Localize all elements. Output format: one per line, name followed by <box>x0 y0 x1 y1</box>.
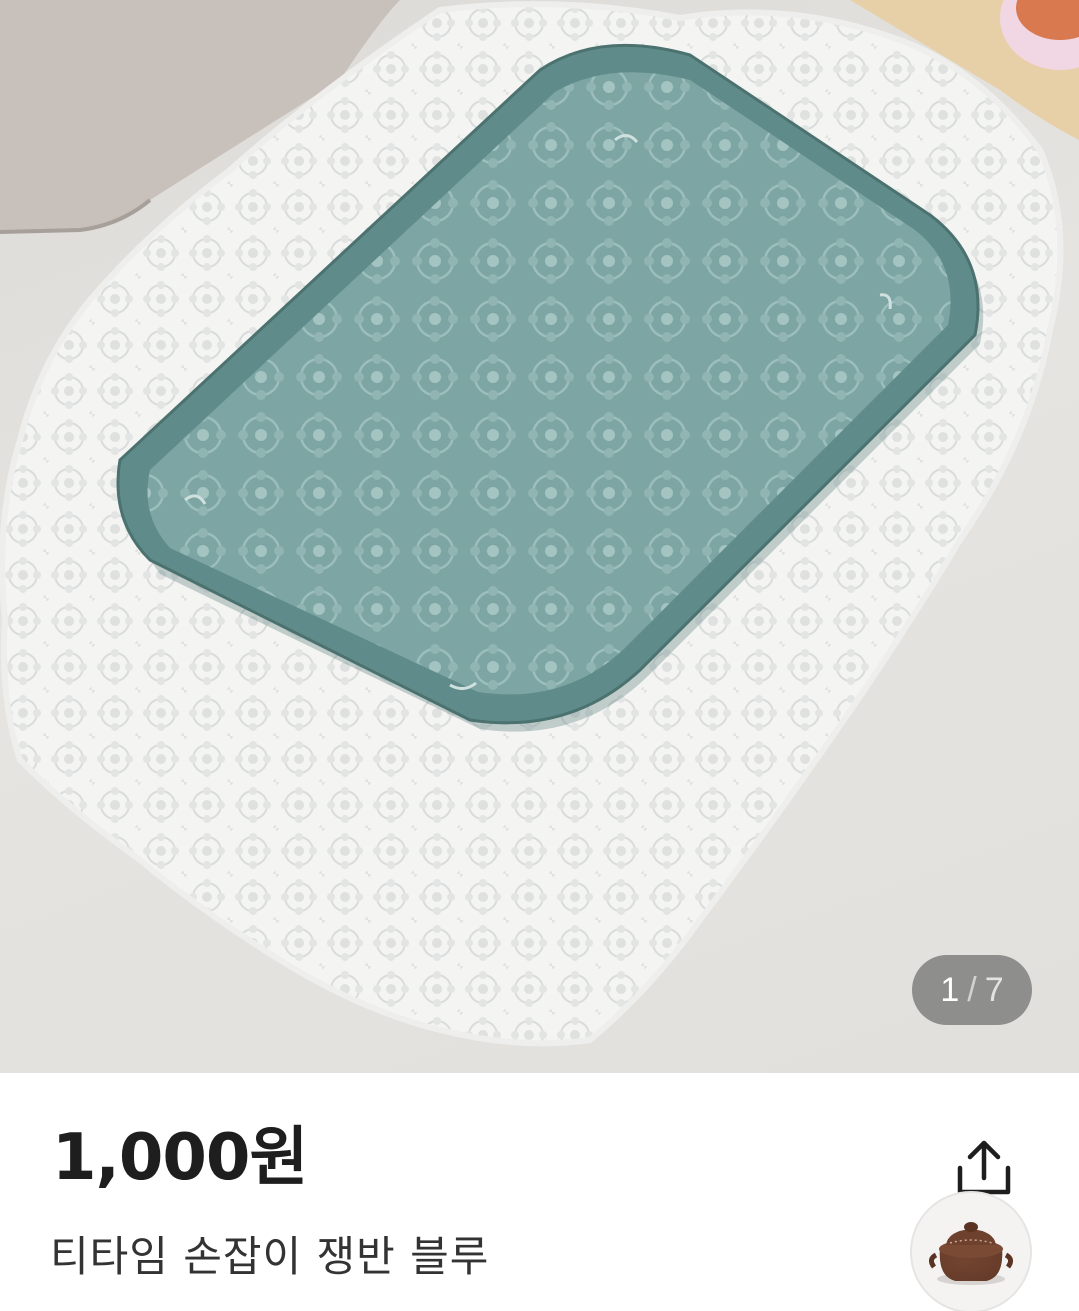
product-title: 티타임 손잡이 쟁반 블루 <box>50 1232 490 1281</box>
recent-item-thumbnail[interactable] <box>912 1193 1030 1311</box>
clay-pot-thumbnail <box>912 1193 1030 1311</box>
image-counter-total: 7 <box>984 970 1004 1009</box>
image-counter-badge: 1 / 7 <box>912 955 1032 1025</box>
image-counter-separator: / <box>967 970 977 1009</box>
image-counter-current: 1 <box>940 970 960 1009</box>
product-price: 1,000원 <box>52 1121 308 1195</box>
product-image[interactable]: 1 / 7 <box>0 0 1079 1073</box>
tray-photo <box>0 0 1079 1047</box>
